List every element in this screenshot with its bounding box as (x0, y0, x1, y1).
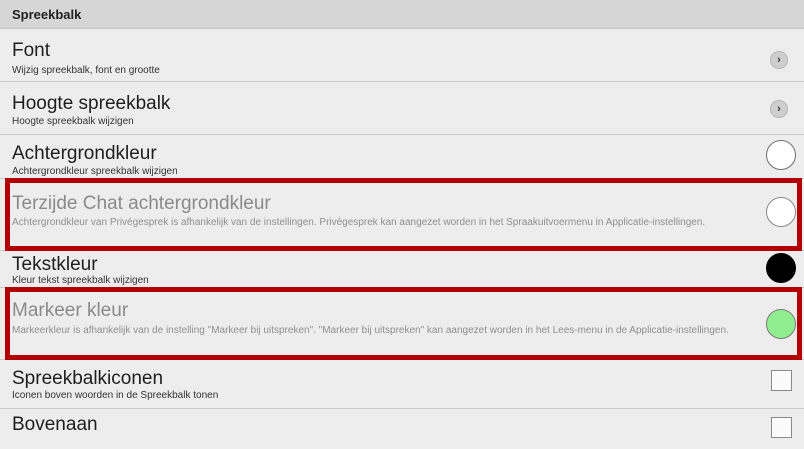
setting-hoogte-spreekbalk[interactable]: Hoogte spreekbalk Hoogte spreekbalk wijz… (0, 82, 804, 135)
setting-markeer-kleur: Markeer kleur Markeerkleur is afhankelij… (0, 288, 804, 360)
setting-description: Achtergrondkleur van Privégesprek is afh… (12, 217, 706, 228)
setting-font[interactable]: Font Wijzig spreekbalk, font en grootte … (0, 29, 804, 82)
color-swatch-white[interactable] (766, 140, 796, 170)
setting-description: Achtergrondkleur spreekbalk wijzigen (12, 166, 178, 177)
checkbox[interactable] (771, 370, 792, 391)
setting-description: Markeerkleur is afhankelijk van de inste… (12, 325, 729, 336)
setting-title: Spreekbalkiconen (12, 368, 164, 389)
setting-achtergrondkleur[interactable]: Achtergrondkleur Achtergrondkleur spreek… (0, 135, 804, 179)
setting-tekstkleur[interactable]: Tekstkleur Kleur tekst spreekbalk wijzig… (0, 251, 804, 288)
setting-title: Markeer kleur (12, 300, 129, 321)
setting-description: Kleur tekst spreekbalk wijzigen (12, 275, 149, 286)
color-swatch-green (766, 309, 796, 339)
setting-description: Iconen boven woorden in de Spreekbalk to… (12, 390, 219, 401)
section-header: Spreekbalk (0, 0, 804, 29)
section-title: Spreekbalk (12, 7, 82, 22)
setting-bovenaan[interactable]: Bovenaan (0, 409, 804, 449)
setting-spreekbalkiconen[interactable]: Spreekbalkiconen Iconen boven woorden in… (0, 360, 804, 409)
color-swatch-black[interactable] (766, 253, 796, 283)
setting-title: Bovenaan (12, 414, 98, 435)
setting-description: Hoogte spreekbalk wijzigen (12, 116, 134, 127)
setting-description: Wijzig spreekbalk, font en grootte (12, 65, 160, 76)
setting-title: Hoogte spreekbalk (12, 93, 171, 114)
setting-terzijde-chat-achtergrondkleur: Terzijde Chat achtergrondkleur Achtergro… (0, 179, 804, 251)
chevron-right-icon[interactable]: › (770, 100, 788, 118)
setting-title: Achtergrondkleur (12, 143, 157, 164)
setting-title: Tekstkleur (12, 254, 98, 275)
setting-title: Font (12, 40, 51, 61)
color-swatch-white (766, 197, 796, 227)
checkbox[interactable] (771, 417, 792, 438)
setting-title: Terzijde Chat achtergrondkleur (12, 193, 271, 214)
chevron-right-icon[interactable]: › (770, 51, 788, 69)
